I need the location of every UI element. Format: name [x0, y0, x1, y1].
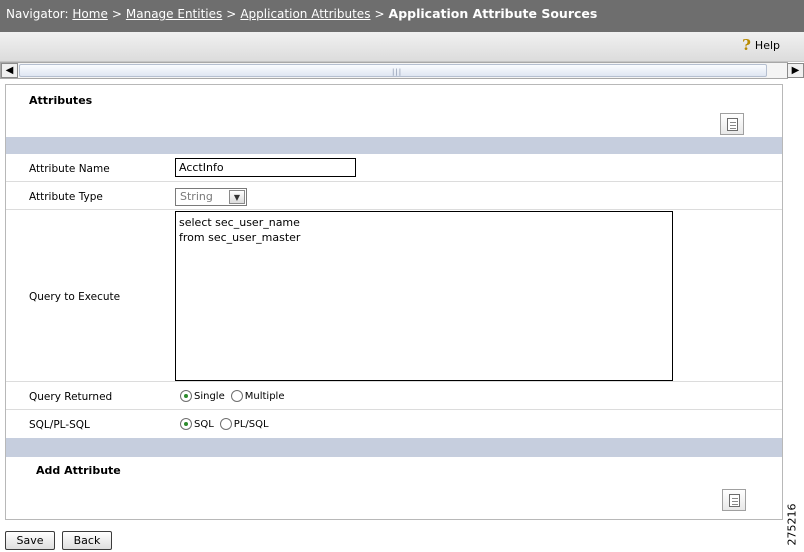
- figure-number-text: 275216: [785, 503, 799, 546]
- help-label: Help: [754, 38, 780, 52]
- plsql-label[interactable]: PL/SQL: [234, 419, 269, 430]
- breadcrumb-separator: >: [226, 7, 237, 21]
- sql-radio[interactable]: [180, 418, 192, 430]
- query-returned-label: Query Returned: [29, 391, 113, 403]
- navigator-prefix: Navigator:: [6, 7, 69, 21]
- sql-label[interactable]: SQL: [194, 419, 214, 430]
- breadcrumb-separator: >: [374, 7, 385, 21]
- query-label: Query to Execute: [29, 291, 121, 303]
- query-textarea[interactable]: select sec_user_name from sec_user_maste…: [175, 211, 673, 381]
- query-returned-single-radio[interactable]: [180, 390, 192, 402]
- attribute-type-select[interactable]: String ▼: [175, 188, 247, 206]
- row-divider: [6, 181, 782, 182]
- report-document-icon: [729, 494, 740, 507]
- help-link[interactable]: ? Help: [742, 36, 780, 54]
- query-returned-radio-group: Single Multiple: [180, 390, 290, 402]
- query-returned-single-label[interactable]: Single: [194, 391, 225, 402]
- sql-type-label: SQL/PL-SQL: [29, 419, 90, 431]
- breadcrumb-link-home[interactable]: Home: [72, 7, 107, 21]
- section-footer-band: [6, 438, 782, 457]
- scrollbar-grip-icon: |||: [392, 68, 403, 76]
- add-attribute-section-title: Add Attribute: [36, 464, 121, 477]
- breadcrumb-current-page: Application Attribute Sources: [388, 6, 598, 21]
- breadcrumb-link-manage-entities[interactable]: Manage Entities: [126, 7, 222, 21]
- figure-number: 275216: [786, 502, 804, 550]
- query-returned-multiple-radio[interactable]: [230, 390, 243, 402]
- breadcrumb-separator: >: [111, 7, 122, 21]
- attributes-report-button[interactable]: [720, 113, 744, 135]
- plsql-radio[interactable]: [219, 418, 232, 430]
- back-button[interactable]: Back: [62, 531, 112, 550]
- scroll-left-arrow-icon[interactable]: ◀: [1, 63, 18, 78]
- attribute-type-value: String: [180, 190, 213, 203]
- attribute-name-input[interactable]: [175, 158, 356, 177]
- report-document-icon: [727, 118, 738, 131]
- section-header-band: [6, 137, 782, 154]
- add-attribute-report-button[interactable]: [722, 489, 746, 511]
- row-divider: [6, 381, 782, 382]
- attribute-name-label: Attribute Name: [29, 163, 110, 175]
- toolbar: ? Help: [0, 32, 804, 62]
- row-divider: [6, 409, 782, 410]
- save-button[interactable]: Save: [5, 531, 55, 550]
- help-question-icon: ?: [742, 36, 751, 54]
- attributes-section-title: Attributes: [29, 94, 93, 107]
- scrollbar-thumb[interactable]: |||: [19, 64, 767, 77]
- query-returned-multiple-label[interactable]: Multiple: [245, 391, 285, 402]
- horizontal-scrollbar[interactable]: ◀ ||| ▶: [0, 62, 804, 79]
- row-divider: [6, 209, 782, 210]
- attribute-form-panel: Attributes Attribute Name Attribute Type…: [5, 84, 783, 520]
- navigator-breadcrumb: Navigator: Home > Manage Entities > Applicat…: [0, 0, 804, 32]
- attribute-type-label: Attribute Type: [29, 191, 103, 203]
- chevron-down-icon[interactable]: ▼: [229, 190, 245, 204]
- scroll-right-arrow-icon[interactable]: ▶: [787, 63, 804, 78]
- sql-type-radio-group: SQL PL/SQL: [180, 418, 275, 430]
- breadcrumb-link-application-attributes[interactable]: Application Attributes: [240, 7, 370, 21]
